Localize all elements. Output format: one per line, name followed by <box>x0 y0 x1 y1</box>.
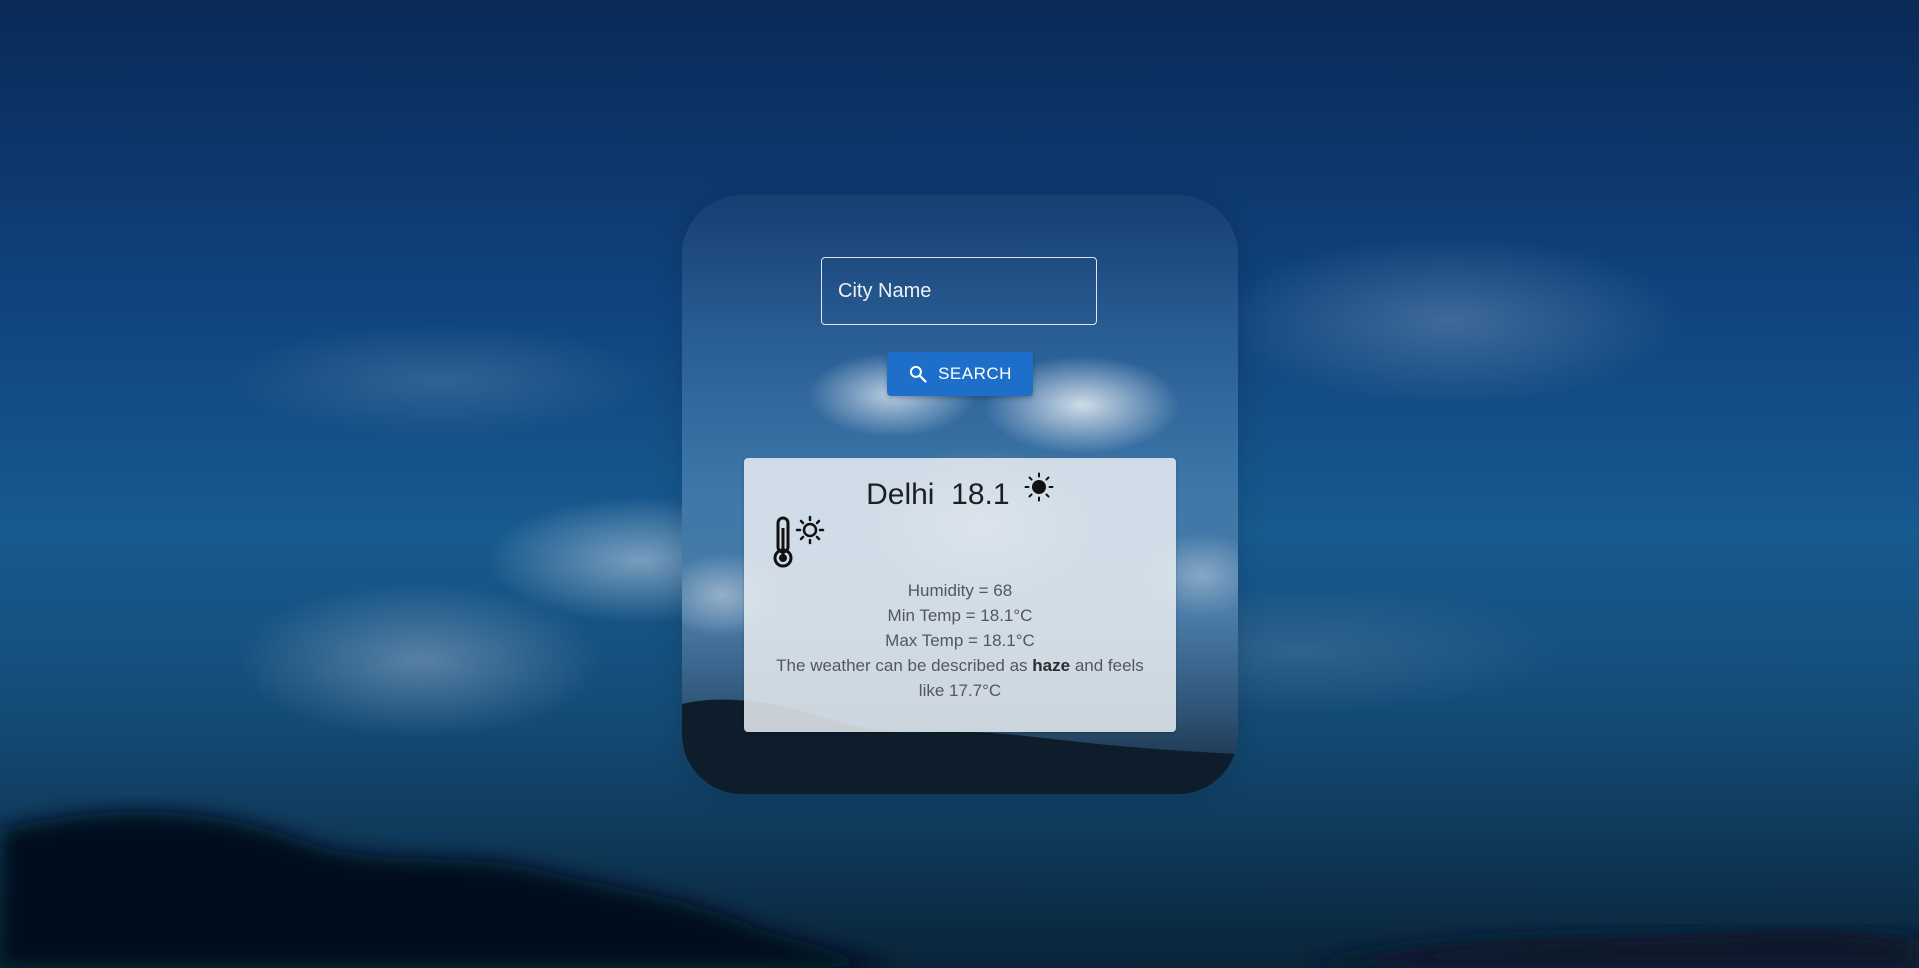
search-button[interactable]: SEARCH <box>887 352 1033 396</box>
search-icon <box>908 364 928 384</box>
sun-icon <box>1024 472 1054 510</box>
city-name: Delhi <box>866 478 935 511</box>
weather-details: Humidity = 68 Min Temp = 18.1°C Max Temp… <box>762 578 1158 703</box>
weather-description: The weather can be described as haze and… <box>762 653 1158 703</box>
max-temp-text: Max Temp = 18.1°C <box>885 631 1035 650</box>
temperature-value: 18.1 <box>951 478 1010 511</box>
description-prefix: The weather can be described as <box>776 656 1028 675</box>
weather-condition: haze <box>1032 656 1071 675</box>
weather-card: SEARCH Delhi 18.1 <box>682 195 1238 794</box>
thermometer-sun-icon <box>772 514 828 575</box>
weather-info-panel: Delhi 18.1 Humidity = 68 Min Temp = 18.1… <box>744 458 1176 732</box>
search-button-label: SEARCH <box>938 364 1012 383</box>
humidity-text: Humidity = 68 <box>907 581 1013 600</box>
city-name-input[interactable] <box>821 257 1097 325</box>
min-temp-text: Min Temp = 18.1°C <box>887 606 1033 625</box>
weather-headline: Delhi 18.1 <box>744 472 1176 512</box>
